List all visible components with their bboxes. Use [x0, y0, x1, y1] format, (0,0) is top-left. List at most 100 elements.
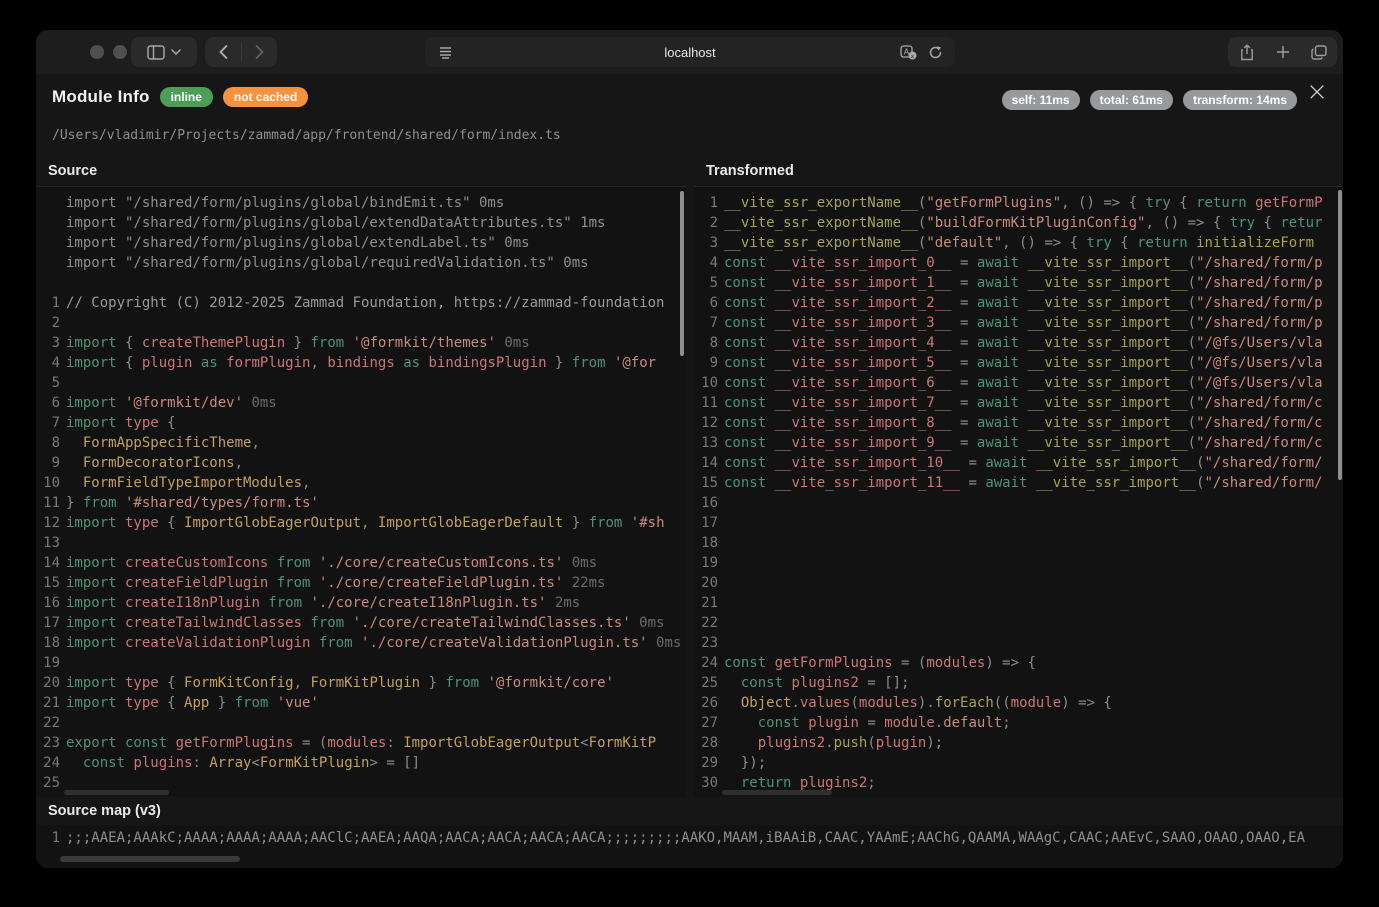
reload-button[interactable]: [923, 37, 947, 67]
line-number: 4: [694, 253, 724, 273]
transformed-vertical-scrollbar[interactable]: [1338, 190, 1342, 480]
code-line: 23export const getFormPlugins = (modules…: [36, 733, 686, 753]
line-number: 3: [36, 333, 66, 353]
line-number: 3: [694, 233, 724, 253]
line-number: 11: [694, 393, 724, 413]
translate-button[interactable]: A x: [895, 37, 921, 67]
source-vertical-scrollbar[interactable]: [680, 191, 684, 356]
code-line: 20: [694, 573, 1343, 593]
line-number: 9: [694, 353, 724, 373]
line-number: 1: [36, 828, 66, 848]
line-number: 16: [694, 493, 724, 513]
sourcemap-section: Source map (v3) 1;;;AAEA;AAAkC;AAAA;AAAA…: [36, 798, 1343, 868]
code-line: 5const __vite_ssr_import_1__ = await __v…: [694, 273, 1343, 293]
share-button[interactable]: [1228, 37, 1265, 67]
code-line: 2: [36, 313, 686, 333]
code-line: 7import type {: [36, 413, 686, 433]
code-text: [66, 373, 686, 393]
code-line: 1// Copyright (C) 2012-2025 Zammad Found…: [36, 293, 686, 313]
code-line: 16: [694, 493, 1343, 513]
url-bar[interactable]: localhost A x: [425, 37, 955, 67]
code-line: 13: [36, 533, 686, 553]
code-line: 4import { plugin as formPlugin, bindings…: [36, 353, 686, 373]
line-number: [36, 233, 66, 253]
line-number: 12: [694, 413, 724, 433]
line-number: 13: [36, 533, 66, 553]
source-code-area[interactable]: import "/shared/form/plugins/global/bind…: [36, 187, 686, 797]
line-number: 8: [36, 433, 66, 453]
traffic-light-minimize[interactable]: [113, 45, 127, 59]
translate-icon: A x: [900, 45, 917, 60]
line-number: 7: [694, 313, 724, 333]
line-number: 25: [694, 673, 724, 693]
line-number: [36, 273, 66, 293]
nav-buttons: [205, 37, 277, 67]
code-line: import "/shared/form/plugins/global/exte…: [36, 233, 686, 253]
code-text: FormFieldTypeImportModules,: [66, 473, 686, 493]
forward-button[interactable]: [242, 37, 277, 67]
badge-inline: inline: [160, 87, 213, 107]
sidebar-button[interactable]: [131, 37, 197, 67]
line-number: 1: [694, 193, 724, 213]
code-text: const __vite_ssr_import_10__ = await __v…: [724, 453, 1343, 473]
line-number: 5: [36, 373, 66, 393]
source-horizontal-scrollbar[interactable]: [64, 790, 169, 795]
code-text: FormDecoratorIcons,: [66, 453, 686, 473]
new-tab-button[interactable]: [1265, 37, 1301, 67]
code-line: 22: [36, 713, 686, 733]
code-text: import { createThemePlugin } from '@form…: [66, 333, 686, 353]
code-text: });: [724, 753, 1343, 773]
sourcemap-horizontal-scrollbar[interactable]: [60, 856, 240, 862]
close-button[interactable]: ×: [1303, 78, 1331, 106]
window-actions: [1228, 37, 1337, 67]
line-number: 12: [36, 513, 66, 533]
transformed-panel: Transformed 1__vite_ssr_exportName__("ge…: [694, 155, 1343, 798]
code-text: import type { App } from 'vue': [66, 693, 686, 713]
code-text: [724, 613, 1343, 633]
traffic-light-close[interactable]: [90, 45, 104, 59]
timing-metrics: self: 11ms total: 61ms transform: 14ms: [1002, 90, 1297, 110]
code-line: 21: [694, 593, 1343, 613]
code-line: 17: [694, 513, 1343, 533]
reload-icon: [928, 45, 943, 60]
code-text: const __vite_ssr_import_7__ = await __vi…: [724, 393, 1343, 413]
code-line: 3import { createThemePlugin } from '@for…: [36, 333, 686, 353]
code-text: } from '#shared/types/form.ts': [66, 493, 686, 513]
code-text: const plugins2 = [];: [724, 673, 1343, 693]
code-text: [724, 573, 1343, 593]
line-number: 15: [36, 573, 66, 593]
browser-toolbar: localhost A x: [36, 30, 1343, 74]
code-line: 6const __vite_ssr_import_2__ = await __v…: [694, 293, 1343, 313]
code-line: 1__vite_ssr_exportName__("getFormPlugins…: [694, 193, 1343, 213]
code-text: const __vite_ssr_import_6__ = await __vi…: [724, 373, 1343, 393]
code-line: 28 plugins2.push(plugin);: [694, 733, 1343, 753]
code-line: 24 const plugins: Array<FormKitPlugin> =…: [36, 753, 686, 773]
code-text: [724, 633, 1343, 653]
code-text: import type {: [66, 413, 686, 433]
source-panel: Source import "/shared/form/plugins/glob…: [36, 155, 686, 798]
transformed-horizontal-scrollbar[interactable]: [722, 790, 832, 795]
module-path: /Users/vladimir/Projects/zammad/app/fron…: [52, 128, 561, 143]
tabs-overview-button[interactable]: [1301, 37, 1337, 67]
code-line: 19: [36, 653, 686, 673]
browser-window: localhost A x: [36, 30, 1343, 868]
line-number: 14: [694, 453, 724, 473]
line-number: 26: [694, 693, 724, 713]
line-number: 5: [694, 273, 724, 293]
back-button[interactable]: [205, 37, 241, 67]
line-number: [36, 253, 66, 273]
line-number: 8: [694, 333, 724, 353]
transformed-code-area[interactable]: 1__vite_ssr_exportName__("getFormPlugins…: [694, 187, 1343, 797]
code-text: [724, 533, 1343, 553]
code-panels: Source import "/shared/form/plugins/glob…: [36, 155, 1343, 798]
code-line: 4const __vite_ssr_import_0__ = await __v…: [694, 253, 1343, 273]
metric-total: total: 61ms: [1090, 90, 1173, 110]
code-text: const __vite_ssr_import_3__ = await __vi…: [724, 313, 1343, 333]
line-number: 11: [36, 493, 66, 513]
sourcemap-code-area[interactable]: 1;;;AAEA;AAAkC;AAAA;AAAA;AAAA;AAClC;AAEA…: [36, 825, 1343, 868]
code-text: [724, 553, 1343, 573]
code-line: 23: [694, 633, 1343, 653]
code-text: import "/shared/form/plugins/global/requ…: [66, 253, 686, 273]
code-text: __vite_ssr_exportName__("default", () =>…: [724, 233, 1343, 253]
chevron-down-icon: [171, 49, 181, 55]
